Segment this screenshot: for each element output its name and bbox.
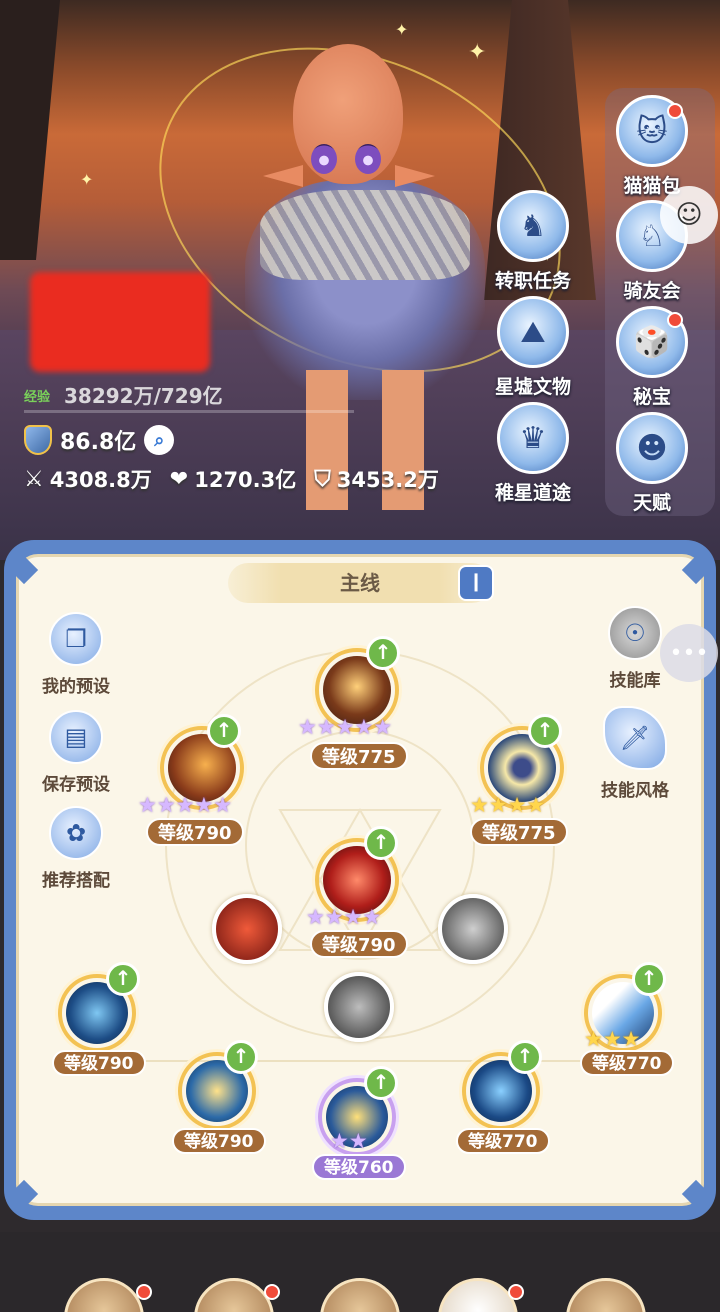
crossed-swords-icon: ⚔	[24, 466, 44, 492]
skill-style-label: 技能风格	[601, 781, 669, 801]
my-presets-label: 我的预设	[42, 677, 110, 697]
relic-icon: ⛰	[497, 296, 569, 368]
rider-club-label: 骑友会	[623, 280, 681, 302]
skill-stars: ★★★★★	[138, 793, 233, 817]
class-change-icon: ♞	[497, 190, 569, 262]
skill-stars: ★★★★★	[298, 715, 393, 739]
save-icon: ▤	[49, 710, 103, 764]
hp-value: 1270.3亿	[194, 468, 297, 492]
talent-button[interactable]: ☻ 天赋	[597, 412, 707, 514]
skill-level: 等级770	[456, 1128, 550, 1154]
upgrade-arrow-icon[interactable]: ↑	[106, 962, 140, 996]
tab-main-line[interactable]: 主线	[228, 563, 492, 603]
skill-stars: ★★★★	[470, 793, 546, 817]
scene-rock-left	[0, 0, 60, 260]
passive-skill-red[interactable]	[212, 894, 282, 964]
relic-label: 星墟文物	[494, 376, 571, 398]
heart-icon: ❤	[169, 466, 189, 492]
passive-skill-dark[interactable]	[324, 972, 394, 1042]
skill-library-icon: ☉	[608, 606, 662, 660]
upgrade-arrow-icon[interactable]: ↑	[224, 1040, 258, 1074]
recommend-button[interactable]: ✿ 推荐搭配	[26, 806, 126, 891]
notification-badge	[264, 1284, 280, 1300]
recommend-label: 推荐搭配	[42, 871, 110, 891]
talent-icon: ☻	[616, 412, 688, 484]
skill-style-button[interactable]: 🗡 技能风格	[585, 706, 685, 801]
upgrade-arrow-icon[interactable]: ↑	[364, 826, 398, 860]
attack-value: 4308.8万	[49, 468, 152, 492]
defense-value: 3453.2万	[336, 468, 439, 492]
relic-button[interactable]: ⛰ 星墟文物	[478, 296, 588, 398]
hp-stat: ❤ 1270.3亿	[170, 464, 296, 494]
book-icon[interactable]: ❙	[458, 565, 494, 601]
save-preset-button[interactable]: ▤ 保存预设	[26, 710, 126, 795]
search-icon[interactable]: ⌕	[144, 425, 175, 455]
exp-progress-bar	[24, 410, 354, 413]
skill-level: 等级760	[312, 1154, 406, 1180]
notification-badge	[667, 103, 683, 119]
shield-icon: ⛉	[314, 466, 331, 492]
assistant-robot-icon[interactable]: ☺	[660, 186, 718, 244]
notification-badge	[508, 1284, 524, 1300]
skill-level: 等级775	[310, 742, 408, 770]
character-head	[293, 44, 403, 184]
upgrade-arrow-icon[interactable]: ↑	[508, 1040, 542, 1074]
sparkle-icon: ✦	[80, 170, 94, 189]
passive-skill-grey[interactable]	[438, 894, 508, 964]
treasure-button[interactable]: 🎲 秘宝	[597, 306, 707, 408]
upgrade-arrow-icon[interactable]: ↑	[364, 1066, 398, 1100]
skill-level: 等级790	[172, 1128, 266, 1154]
cat-bag-button[interactable]: 🐱 猫猫包	[597, 95, 707, 197]
attack-stat: ⚔ 4308.8万	[24, 464, 152, 494]
chat-bubble-icon[interactable]: •••	[660, 624, 718, 682]
combat-power: 86.8亿 ⌕	[24, 424, 175, 456]
sword-style-icon: 🗡	[603, 706, 667, 770]
power-shield-icon	[24, 425, 52, 455]
redacted-name-block	[30, 272, 210, 372]
skill-level: 等级790	[310, 930, 408, 958]
upgrade-arrow-icon[interactable]: ↑	[528, 714, 562, 748]
talent-label: 天赋	[632, 492, 671, 514]
recommend-icon: ✿	[49, 806, 103, 860]
upgrade-arrow-icon[interactable]: ↑	[207, 714, 241, 748]
player-character[interactable]	[215, 40, 515, 510]
upgrade-arrow-icon[interactable]: ↑	[632, 962, 666, 996]
skill-level: 等级770	[580, 1050, 674, 1076]
skill-stars: ★★★★	[306, 905, 382, 929]
class-change-button[interactable]: ♞ 转职任务	[478, 190, 588, 292]
stats-row: ⚔ 4308.8万 ❤ 1270.3亿 ⛉ 3453.2万	[24, 464, 439, 494]
exp-value: 38292万/729亿	[64, 384, 223, 408]
skill-stars: ★★	[330, 1129, 368, 1153]
exp-bar-area: 经验 38292万/729亿	[24, 380, 354, 413]
preset-cards-icon: ❐	[49, 612, 103, 666]
skill-level: 等级790	[146, 818, 244, 846]
sparkle-icon: ✦	[395, 20, 409, 39]
upgrade-arrow-icon[interactable]: ↑	[366, 636, 400, 670]
skill-stars: ★★★	[584, 1027, 641, 1051]
star-path-icon: ♛	[497, 402, 569, 474]
skill-level: 等级790	[52, 1050, 146, 1076]
star-path-button[interactable]: ♛ 稚星道途	[478, 402, 588, 504]
save-preset-label: 保存预设	[42, 775, 110, 795]
star-path-label: 稚星道途	[494, 482, 571, 504]
notification-badge	[136, 1284, 152, 1300]
treasure-label: 秘宝	[632, 386, 671, 408]
exp-label: 经验	[24, 390, 51, 405]
defense-stat: ⛉ 3453.2万	[314, 464, 439, 494]
class-change-label: 转职任务	[494, 270, 571, 292]
notification-badge	[667, 312, 683, 328]
skill-level: 等级775	[470, 818, 568, 846]
power-value: 86.8亿	[60, 430, 137, 455]
my-presets-button[interactable]: ❐ 我的预设	[26, 612, 126, 697]
